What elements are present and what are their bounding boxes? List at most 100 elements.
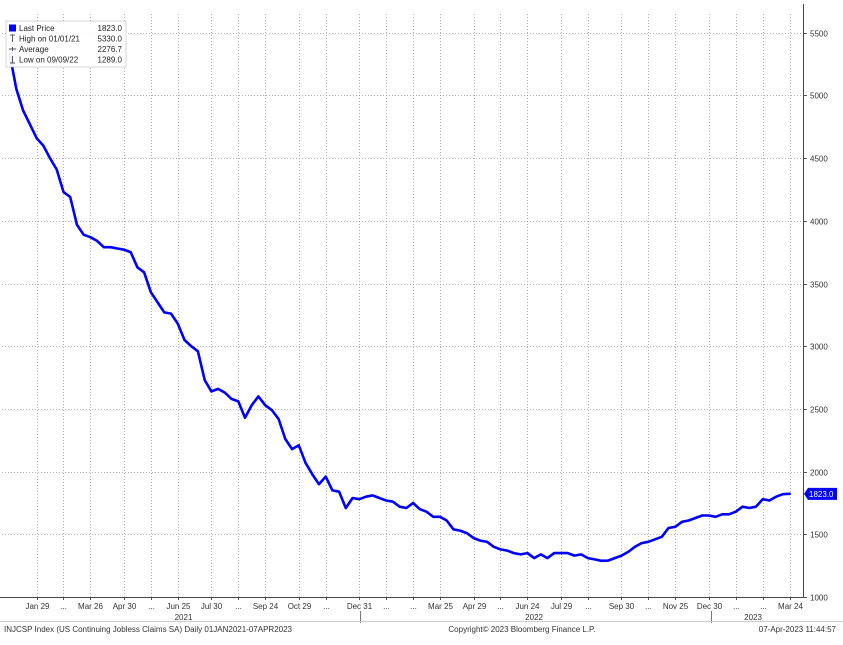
data-point <box>351 497 354 499</box>
data-point <box>69 196 71 198</box>
data-point <box>170 312 172 315</box>
data-point <box>244 416 246 419</box>
data-point <box>183 339 186 341</box>
data-point <box>264 404 267 407</box>
data-point <box>378 497 381 499</box>
y-tick-label: 5000 <box>810 92 828 101</box>
data-point <box>519 553 522 556</box>
data-point <box>55 168 58 171</box>
data-point <box>116 247 119 250</box>
data-point <box>49 157 51 159</box>
footer-timestamp-text: 07-Apr-2023 11:44:57 <box>759 625 837 634</box>
x-tick-label: ... <box>645 602 652 611</box>
x-tick-label: Mar 24 <box>778 602 803 611</box>
data-point <box>627 551 629 553</box>
data-point <box>284 438 287 440</box>
data-point <box>640 542 643 544</box>
data-point <box>345 507 347 509</box>
data-point <box>230 398 233 400</box>
data-point <box>22 109 24 112</box>
line-chart: 1000 1500 2000 2500 3000 3500 4000 4500 5000 5500… <box>0 0 843 645</box>
data-point <box>109 246 112 248</box>
data-point <box>398 505 401 508</box>
x-tick-label: ... <box>60 602 67 611</box>
data-point <box>546 557 549 559</box>
data-point <box>89 236 92 238</box>
data-point <box>432 516 435 518</box>
data-point <box>311 473 314 475</box>
data-point <box>566 552 569 554</box>
data-point <box>224 391 226 394</box>
y-tick-label: 2500 <box>810 406 828 415</box>
x-tick-label: Jul 30 <box>201 602 223 611</box>
data-point <box>472 537 475 539</box>
data-point <box>419 508 421 511</box>
x-tick-label: Jun 25 <box>166 602 191 611</box>
data-point <box>654 538 656 541</box>
data-point <box>499 548 502 551</box>
data-point <box>291 448 293 450</box>
x-tick-label: Mar 26 <box>78 602 103 611</box>
data-point <box>62 191 65 193</box>
data-point <box>687 519 690 522</box>
data-point <box>405 507 408 509</box>
data-point <box>755 505 757 508</box>
data-point <box>580 553 582 556</box>
last-value-text: 1823.0 <box>809 490 834 499</box>
legend-value: 1289.0 <box>98 56 123 65</box>
data-point <box>15 88 18 90</box>
data-point <box>667 527 670 529</box>
data-point <box>371 494 374 497</box>
data-point <box>445 519 448 522</box>
legend-value: 1823.0 <box>98 24 123 33</box>
data-point <box>486 541 488 543</box>
x-tick-label: Apr 30 <box>113 602 137 611</box>
legend-label: Last Price <box>19 24 55 33</box>
data-point <box>304 462 307 464</box>
data-point <box>614 557 616 559</box>
y-tick-label: 2000 <box>810 469 828 478</box>
data-point <box>721 513 724 516</box>
data-point <box>735 510 737 513</box>
data-point <box>35 137 38 139</box>
x-tick-label: ... <box>323 602 330 611</box>
x-tick-label: Jul 29 <box>551 602 573 611</box>
data-point <box>143 271 145 274</box>
data-point <box>392 500 394 503</box>
data-point <box>257 395 260 398</box>
data-point <box>385 499 388 502</box>
data-point <box>123 248 125 251</box>
data-point <box>412 502 414 504</box>
data-point <box>197 350 199 353</box>
data-point <box>560 552 562 554</box>
data-point <box>210 390 213 393</box>
x-tick-label: Mar 25 <box>428 602 453 611</box>
data-point <box>338 490 340 493</box>
x-tick-label: ... <box>148 602 155 611</box>
data-point <box>533 557 535 559</box>
data-point <box>76 223 78 226</box>
legend-item: High on 01/01/21 5330.0 <box>10 34 123 44</box>
x-tick-label: ... <box>235 602 242 611</box>
data-point <box>203 379 206 381</box>
x-tick-label: Dec 31 <box>347 602 373 611</box>
data-point <box>459 529 461 532</box>
y-tick-label: 1500 <box>810 531 828 540</box>
data-point <box>82 233 85 236</box>
x-tick-label: ... <box>497 602 504 611</box>
x-tick-label: ... <box>760 602 767 611</box>
x-tick-label: Sep 30 <box>609 602 635 611</box>
data-point <box>103 246 105 248</box>
data-point <box>593 558 596 561</box>
data-point <box>728 513 730 516</box>
data-point <box>466 532 468 534</box>
data-point <box>607 559 609 562</box>
x-tick-label: Jan 29 <box>25 602 50 611</box>
data-point <box>42 144 45 147</box>
legend-label: High on 01/01/21 <box>19 35 80 44</box>
legend: Last Price 1823.0 High on 01/01/21 5330.0 Av… <box>5 20 127 68</box>
data-point <box>331 489 334 492</box>
data-point <box>761 498 764 501</box>
x-tick-label: Nov 25 <box>663 602 689 611</box>
data-point <box>768 499 771 502</box>
